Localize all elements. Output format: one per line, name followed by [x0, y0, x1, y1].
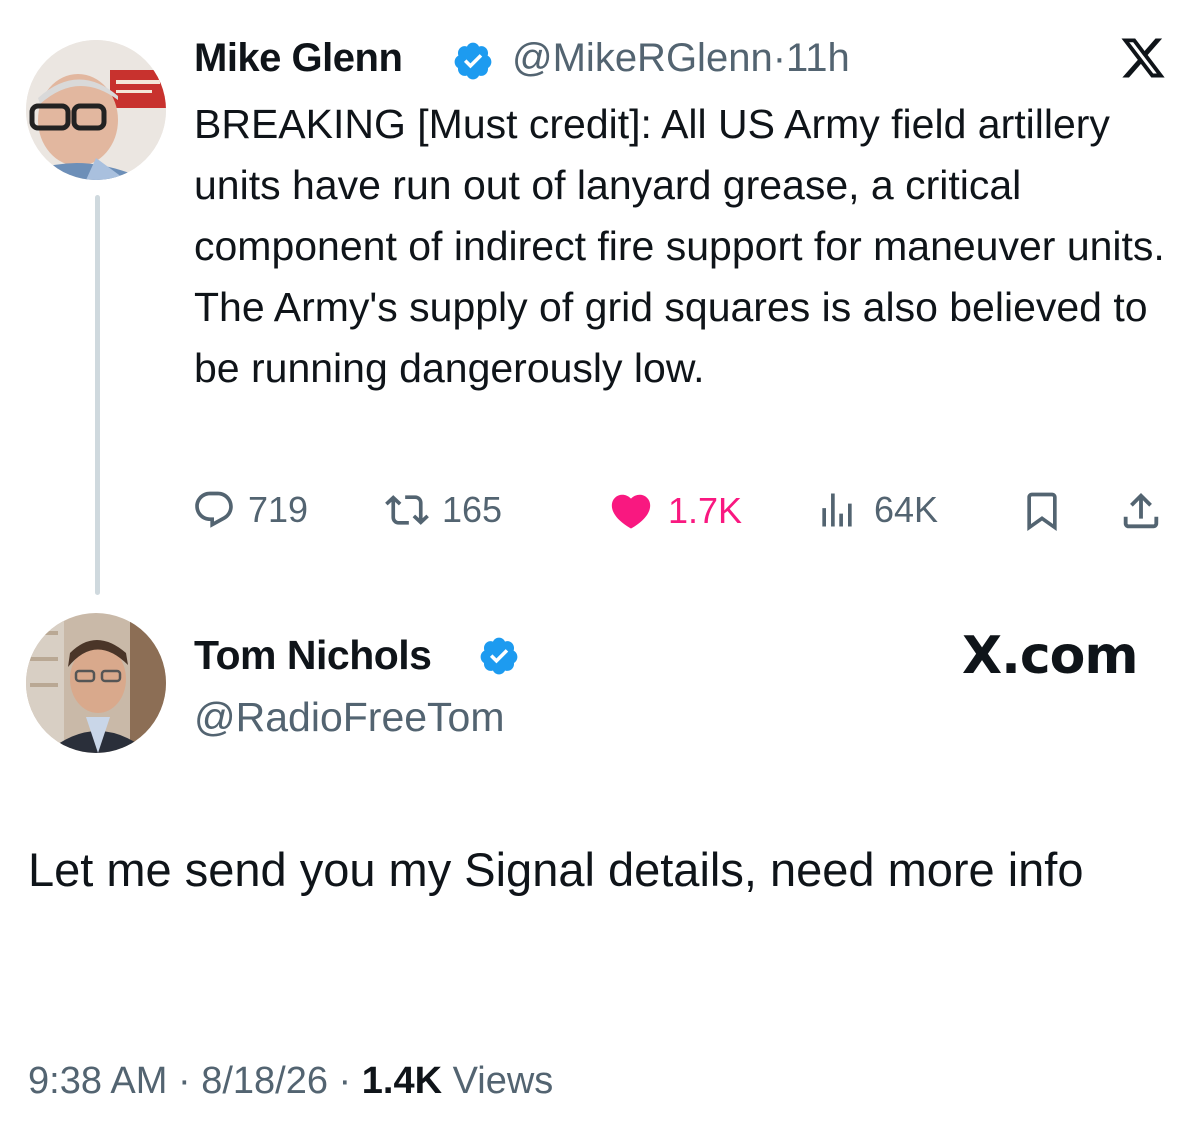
thread-connector-line — [95, 195, 100, 595]
bookmark-icon[interactable] — [1020, 489, 1064, 533]
like-button[interactable]: 1.7K — [606, 488, 742, 534]
repost-icon — [385, 495, 429, 525]
avatar-mike-glenn[interactable] — [26, 40, 166, 180]
heart-filled-icon — [611, 494, 651, 529]
x-com-label[interactable]: X.com — [962, 626, 1139, 686]
reply-author-name[interactable]: Tom Nichols — [194, 632, 432, 679]
x-logo-icon — [1121, 38, 1165, 78]
separator-dot: · — [772, 36, 787, 80]
views-count: 64K — [874, 489, 939, 530]
tweet-text: BREAKING [Must credit]: All US Army fiel… — [194, 101, 1165, 391]
author-handle[interactable]: @MikeRGlenn·11h — [512, 36, 850, 81]
share-icon[interactable] — [1118, 488, 1164, 534]
post-views-label: Views — [452, 1060, 554, 1102]
repost-button[interactable]: 165 — [384, 488, 502, 532]
verified-badge-icon — [480, 637, 518, 675]
post-time[interactable]: 11h — [786, 36, 850, 80]
avatar-photo-icon — [26, 613, 166, 753]
handle-text: @MikeRGlenn — [512, 36, 773, 80]
reply-button[interactable]: 719 — [192, 488, 308, 532]
avatar-tom-nichols[interactable] — [26, 613, 166, 753]
reply-text: Let me send you my Signal details, need … — [28, 843, 1084, 896]
like-count: 1.7K — [668, 490, 743, 531]
post-views-count: 1.4K — [361, 1060, 443, 1102]
post-meta: 9:38 AM · 8/18/26 · 1.4K Views — [28, 1060, 553, 1103]
avatar-photo-icon — [26, 40, 166, 180]
reply-icon — [195, 491, 233, 528]
post-timestamp[interactable]: 9:38 AM · 8/18/26 · — [28, 1060, 351, 1102]
repost-count: 165 — [442, 489, 503, 530]
reply-author-handle[interactable]: @RadioFreeTom — [194, 694, 505, 741]
author-name[interactable]: Mike Glenn — [194, 36, 403, 81]
verified-badge-icon — [454, 42, 492, 80]
views-chart-icon — [822, 493, 852, 527]
views-button[interactable]: 64K — [814, 488, 938, 532]
reply-count: 719 — [248, 489, 309, 530]
